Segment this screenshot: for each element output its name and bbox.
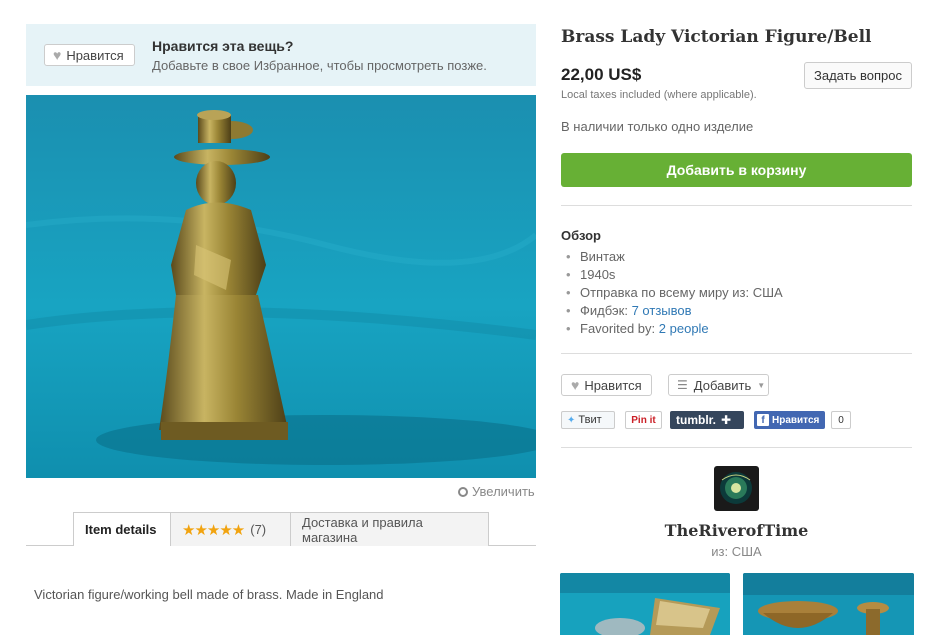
heart-icon: ♥: [53, 47, 62, 63]
tab-shipping-label: Доставка и правила магазина: [302, 514, 423, 545]
listing-title: Brass Lady Victorian Figure/Bell: [561, 27, 872, 47]
list-item: • Винтаж: [566, 249, 625, 264]
plus-icon: ✚: [721, 413, 732, 427]
shop-item-thumbnail[interactable]: [560, 573, 730, 635]
shop-item-thumbnail[interactable]: [743, 573, 914, 635]
feedback-link[interactable]: 7 отзывов: [632, 303, 692, 318]
add-to-cart-button[interactable]: Добавить в корзину: [561, 153, 912, 187]
listing-price: 22,00 US$: [561, 65, 642, 84]
heart-icon: ♥: [571, 377, 580, 393]
tab-item-details-label: Item details: [85, 522, 157, 537]
item-description: Victorian figure/working bell made of br…: [34, 587, 384, 602]
tweet-label: Твит: [578, 414, 602, 426]
list-item: • 1940s: [566, 267, 616, 282]
shop-avatar[interactable]: [714, 466, 759, 511]
list-item: • Фидбэк: 7 отзывов: [566, 303, 692, 318]
overview-vintage: Винтаж: [580, 249, 625, 264]
facebook-label: Нравится: [772, 414, 820, 426]
favorite-banner-subtitle: Добавьте в свое Избранное, чтобы просмот…: [152, 58, 487, 73]
shop-location: из: США: [711, 544, 762, 559]
divider: [561, 353, 912, 354]
overview-feedback-label: Фидбэк:: [580, 303, 628, 318]
product-main-image[interactable]: [26, 95, 536, 478]
divider: [561, 447, 912, 448]
magnifier-icon: [458, 487, 468, 497]
chevron-down-icon: ▼: [757, 380, 766, 390]
overview-era: 1940s: [580, 267, 616, 282]
like-button[interactable]: ♥ Нравится: [561, 374, 652, 396]
stock-note: В наличии только одно изделие: [561, 119, 754, 134]
favorite-button-label: Нравится: [66, 47, 124, 63]
facebook-like-count: 0: [831, 411, 851, 429]
facebook-like-button[interactable]: f Нравится: [754, 411, 825, 429]
favorited-link[interactable]: 2 people: [659, 321, 709, 336]
divider: [561, 205, 912, 206]
rating-stars-icon: ★★★★★: [182, 521, 245, 539]
list-item: • Favorited by: 2 people: [566, 321, 709, 336]
facebook-icon: f: [757, 414, 769, 426]
overview-shipping: Отправка по всему миру из: США: [580, 285, 783, 300]
add-to-list-button[interactable]: ☰ Добавить ▼: [668, 374, 769, 396]
overview-list: • Винтаж • 1940s • Отправка по всему миру и…: [566, 248, 783, 338]
favorite-banner: ♥ Нравится Нравится эта вещь? Добавьте в…: [26, 24, 536, 86]
like-button-label: Нравится: [584, 377, 642, 393]
pin-it-button[interactable]: Pin it: [625, 411, 662, 429]
zoom-link[interactable]: Увеличить: [458, 484, 535, 499]
list-item: • Отправка по всему миру из: США: [566, 285, 783, 300]
overview-title: Обзор: [561, 228, 601, 243]
tab-reviews-count: (7): [250, 522, 267, 537]
twitter-icon: ✦: [567, 414, 576, 426]
tweet-button[interactable]: ✦ Твит: [561, 411, 615, 429]
overview-favorited-label: Favorited by:: [580, 321, 656, 336]
tab-item-details[interactable]: Item details: [73, 512, 171, 546]
favorite-banner-title: Нравится эта вещь?: [152, 38, 294, 54]
tumblr-label: tumblr.: [676, 413, 717, 427]
ask-question-button[interactable]: Задать вопрос: [804, 62, 912, 89]
add-button-label: Добавить: [693, 377, 752, 393]
list-icon: ☰: [677, 378, 688, 392]
tumblr-button[interactable]: tumblr. ✚: [670, 411, 744, 429]
tab-shipping-policies[interactable]: Доставка и правила магазина: [290, 512, 489, 546]
tab-reviews[interactable]: ★★★★★ (7): [170, 512, 291, 546]
favorite-button[interactable]: ♥ Нравится: [44, 44, 135, 66]
shop-name[interactable]: TheRiverofTime: [561, 521, 912, 540]
tax-note: Local taxes included (where applicable).: [561, 89, 757, 101]
zoom-label: Увеличить: [472, 484, 535, 499]
